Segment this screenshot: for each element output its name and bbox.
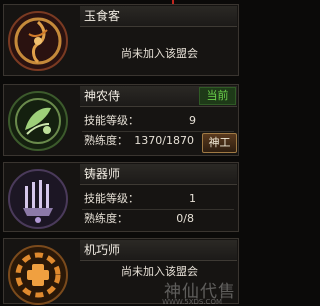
proficiency-value: 1370/1870 bbox=[134, 134, 194, 147]
guild-status: 尚未加入该盟会 bbox=[121, 47, 198, 60]
shengong-button[interactable]: 神工 bbox=[202, 133, 237, 153]
guild-card-zhuqishi: 铸器师 技能等级： 1 熟练度： 0/8 bbox=[3, 162, 239, 232]
divider bbox=[82, 131, 234, 132]
yushike-emblem-icon bbox=[8, 11, 68, 71]
guild-card-shennongshi: 神农侍 当前 技能等级： 9 熟练度： 1370/1870 神工 bbox=[3, 84, 239, 156]
proficiency-row: 熟练度： 0/8 bbox=[84, 211, 194, 227]
guild-name: 机巧师 bbox=[84, 243, 121, 257]
divider bbox=[82, 209, 234, 210]
watermark-url: WWW.5XDS.COM bbox=[162, 298, 222, 306]
skill-level-label: 技能等级： bbox=[84, 114, 139, 127]
skill-level-label: 技能等级： bbox=[84, 192, 139, 205]
skill-level-value: 1 bbox=[189, 192, 196, 205]
guild-name: 玉食客 bbox=[84, 9, 121, 23]
guild-card-yushike: 玉食客 尚未加入该盟会 bbox=[3, 4, 239, 76]
skill-level-row: 技能等级： 1 bbox=[84, 191, 196, 207]
jiqiaoshi-emblem-icon bbox=[8, 245, 68, 305]
proficiency-row: 熟练度： 1370/1870 bbox=[84, 133, 194, 149]
current-tag: 当前 bbox=[199, 87, 236, 105]
skill-level-value: 9 bbox=[189, 114, 196, 127]
zhuqishi-emblem-icon bbox=[8, 169, 68, 229]
skill-level-row: 技能等级： 9 bbox=[84, 113, 196, 129]
proficiency-value: 0/8 bbox=[176, 212, 194, 225]
shennongshi-emblem-icon bbox=[8, 91, 68, 151]
guild-name: 铸器师 bbox=[84, 167, 121, 181]
